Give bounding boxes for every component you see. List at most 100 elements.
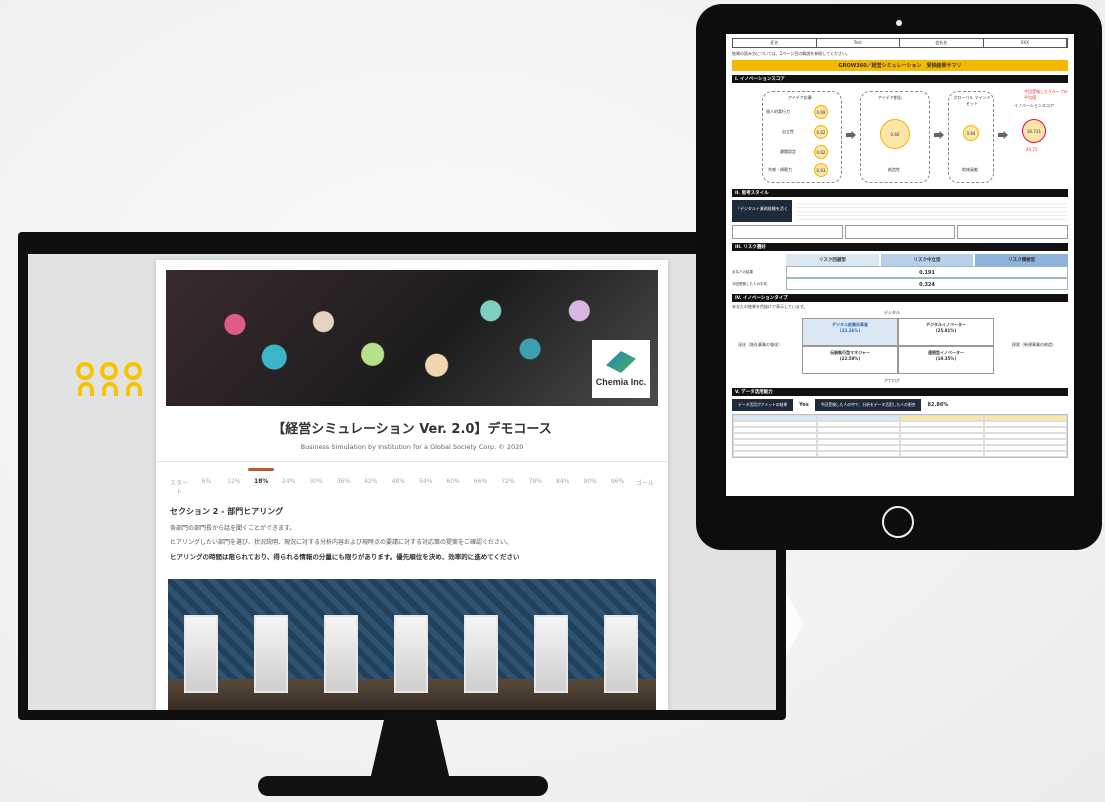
progress-step: 84% [556, 478, 570, 485]
itype-top: デジタル [884, 310, 900, 315]
risk-row-label: あなたの結果 [732, 269, 753, 274]
progress-step: 48% [391, 478, 405, 485]
desktop-monitor: Chemia Inc. 【経営シミュレーション Ver. 2.0】デモコース B… [18, 232, 786, 720]
progress-step: 12% [227, 478, 241, 485]
table-cell [733, 451, 817, 457]
brand-logo: Chemia Inc. [592, 340, 650, 398]
data-yes: Yes [799, 402, 809, 408]
progress-step: 66% [473, 478, 488, 485]
innovation-score-diagram: アイデア応募 個人的実行力 0.69 自立性 0.62 課題設定 0.62 共感… [732, 85, 1068, 185]
monitor-stand-base [258, 776, 548, 796]
idea-item-label: 自立性 [782, 129, 794, 134]
progress-step: 36% [336, 478, 351, 485]
arrow-icon [998, 131, 1008, 139]
risk-row: あなたの結果 0.191 [732, 266, 1068, 278]
progress-bar: スタート 6% 12% 18% 24% 30% 36% 42% 48% 54% 60% 66% 72% 7… [156, 468, 668, 496]
risk-row-label: 今回受検した人の平均 [732, 281, 767, 286]
itype-bottom: アナログ [884, 378, 900, 383]
door [184, 615, 218, 693]
section-heading: II. 思考スタイル [732, 189, 1068, 197]
monitor-stand-neck [370, 718, 450, 780]
idea-gen-caption: 創造性 [888, 167, 900, 172]
section-heading: I. イノベーションスコア [732, 75, 1068, 83]
brand-name: Chemia Inc. [595, 377, 647, 387]
thinking-style: 「デジタル＋業務経験を活く [732, 200, 1068, 222]
section-description: 各部門の部門長から話を聞くことができます。 [170, 525, 296, 532]
risk-header: リスク回避型 リスク中立型 リスク積極型 [786, 254, 1069, 266]
itype-cell: デジタル創業改革者 (32.26%) [802, 318, 898, 346]
door [604, 615, 638, 693]
tablet-device: 氏名 Test 会社名 XXX 結果の読み方については、2ページ目の解説を参照し… [696, 4, 1102, 550]
progress-step: 6% [201, 478, 212, 485]
door [324, 615, 358, 693]
risk-row-value: 0.191 [786, 266, 1068, 278]
section-heading: III. リスク選好 [732, 243, 1068, 251]
hero-composite: Chemia Inc. 【経営シミュレーション Ver. 2.0】デモコース B… [0, 0, 1105, 802]
arrow-icon [934, 131, 944, 139]
course-title: 【経営シミュレーション Ver. 2.0】デモコース [272, 422, 552, 437]
global-caption: 地域貢献 [962, 167, 978, 172]
score-title: イノベーションスコア [1014, 103, 1054, 108]
data-pct: 82.86% [927, 402, 949, 408]
risk-label: リスク回避型 [786, 254, 879, 266]
header-cell: 氏名 [733, 39, 817, 47]
idea-gen-title: アイデア創出 [878, 95, 902, 100]
idea-gen-value: 0.60 [880, 119, 910, 149]
door [534, 615, 568, 693]
table-cell [983, 451, 1067, 457]
itype-right: 探索（新規事業の創造） [1012, 342, 1056, 347]
door [254, 615, 288, 693]
course-subtitle: Business Simulation by Institution for a… [156, 443, 668, 462]
header-cell: Test [817, 39, 900, 47]
thinking-description [796, 200, 1068, 222]
arrow-icon [846, 131, 856, 139]
idea-item-value: 0.62 [814, 125, 828, 139]
tablet-home-button[interactable] [882, 506, 914, 538]
section-warning: ヒアリングの時間は限られており、得られる情報の分量にも限りがあります。優先順位を… [170, 553, 520, 561]
progress-step: 24% [281, 478, 296, 485]
chemia-logo-icon [606, 351, 636, 373]
tablet-camera-icon [896, 20, 902, 26]
progress-step: 42% [364, 478, 378, 485]
progress-step: 78% [528, 478, 542, 485]
score-value: 30.731 [1022, 119, 1046, 143]
progress-step: 60% [446, 478, 460, 485]
itype-left: 深化（既存事業の強化） [738, 342, 782, 347]
score-sub: 44.71 [1026, 147, 1038, 152]
report-title: GROW360／経営シミュレーション 受検結果サマリ [732, 60, 1068, 71]
simulation-app: Chemia Inc. 【経営シミュレーション Ver. 2.0】デモコース B… [156, 260, 668, 710]
progress-step: 96% [610, 478, 625, 485]
progress-step: 30% [309, 478, 323, 485]
itype-cell: 連続型イノベーター (19.35%) [898, 346, 994, 374]
report-header: 氏名 Test 会社名 XXX [732, 38, 1068, 48]
risk-label: リスク中立型 [880, 254, 974, 266]
doors-image [168, 579, 656, 710]
door [394, 615, 428, 693]
risk-row-value: 0.324 [786, 278, 1068, 290]
global-value: 0.64 [963, 125, 979, 141]
thinking-highlight: 「デジタル＋業務経験を活く [732, 200, 792, 222]
report-note: 結果の読み方については、2ページ目の解説を参照してください。 [732, 51, 851, 56]
idea-box-title: アイデア応募 [788, 95, 812, 100]
idea-item-label: 課題設定 [780, 149, 796, 154]
people-logo-icon [76, 362, 144, 402]
innovation-type-matrix: デジタル アナログ 深化（既存事業の強化） 探索（新規事業の創造） デジタル創業… [732, 310, 1068, 384]
table-cell [816, 451, 900, 457]
progress-step: 18% [248, 468, 275, 496]
idea-item-value: 0.62 [814, 145, 828, 159]
hero-image: Chemia Inc. [166, 270, 658, 406]
data-table [732, 414, 1068, 458]
idea-item-label: 個人的実行力 [766, 109, 790, 114]
thinking-examples [732, 225, 1069, 239]
data-label: データ活用がアメットの結果 [732, 399, 794, 411]
section-title: セクション 2 - 部門ヒアリング [170, 507, 284, 516]
idea-item-value: 0.69 [814, 105, 828, 119]
section-instructions: ヒアリングしたい部門を選び、状況説明、現況に対する分析内容および現時点の要請に対… [170, 539, 513, 546]
progress-step: 54% [418, 478, 433, 485]
itype-cell: デジタルイノベーター (25.81%) [898, 318, 994, 346]
itype-note: あなたの結果を色抜けで表示しています。 [732, 304, 808, 309]
report-screen: 氏名 Test 会社名 XXX 結果の読み方については、2ページ目の解説を参照し… [726, 34, 1074, 496]
legend-text: 今回受検したグループの平均値 [1024, 89, 1068, 100]
header-cell: 会社名 [900, 39, 984, 47]
itype-cell: 伝統執行型マネジャー (22.58%) [802, 346, 898, 374]
